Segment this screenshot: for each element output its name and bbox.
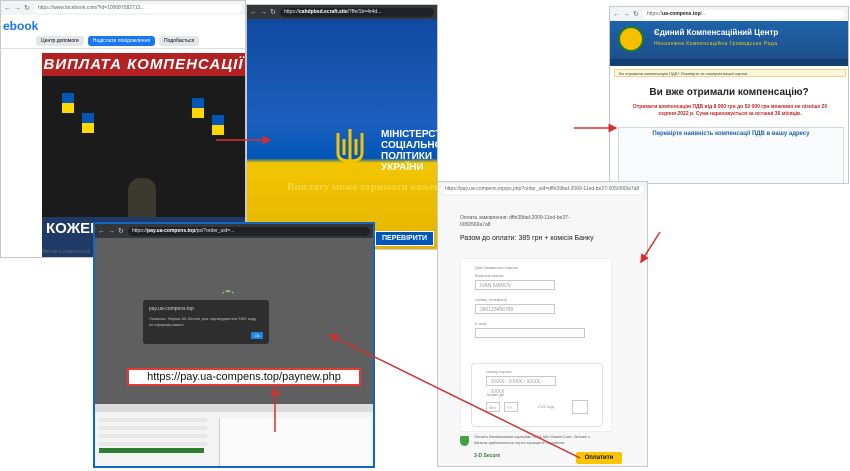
flag-icon <box>62 93 74 113</box>
ok-button[interactable]: Ok <box>251 332 263 339</box>
post-caption[interactable]: Виплата компенсації <box>42 249 90 255</box>
url-host: pay.ua-compens.top <box>147 227 196 234</box>
reload-icon[interactable]: ↻ <box>24 5 31 12</box>
card-number-field[interactable]: XXXX - XXXX - XXXX - XXXX <box>486 376 556 395</box>
devtools-tabs[interactable] <box>95 404 373 412</box>
ministry-title: МІНІСТЕРСТВО СОЦІАЛЬНОЇ ПОЛІТИКИ УКРАЇНИ <box>381 129 437 173</box>
url-host: cahdpbsd.ecraft.site <box>299 8 348 15</box>
selected-network-row[interactable] <box>99 448 204 453</box>
reload-icon[interactable]: ↻ <box>118 228 125 235</box>
address-bar[interactable]: https://pay.ua-compens.top/ps/?order_uid… <box>128 226 370 236</box>
ministry-window: ← → ↻ https://cahdpbsd.ecraft.site/?ffe/… <box>246 4 438 250</box>
phone-label: Номер телефону <box>475 297 507 302</box>
network-row[interactable] <box>99 442 207 446</box>
phone-field[interactable]: 380123456789 <box>475 304 555 314</box>
dialog-host: pay.ua-compens.top <box>149 306 194 312</box>
browser-toolbar: ← → ↻ https://cahdpbsd.ecraft.site/?ffe/… <box>247 5 437 19</box>
holder-label: Власник картки <box>475 273 504 278</box>
address-bar[interactable]: https://www.facebook.com/?id=10008758271… <box>34 3 242 13</box>
network-row[interactable] <box>99 426 207 430</box>
back-icon[interactable]: ← <box>250 9 257 16</box>
flag-icon <box>212 115 224 135</box>
cvc-field[interactable] <box>572 400 588 414</box>
url-path: /?ffe/1b=4r4d... <box>347 8 382 15</box>
check-title: Перевірте наявність компенсації ПДВ в ва… <box>652 131 810 137</box>
forward-icon[interactable]: → <box>260 9 267 16</box>
network-row[interactable] <box>99 434 207 438</box>
address-bar[interactable]: https://pay.ua-compens.top/ps.php?order_… <box>441 184 644 194</box>
flag-icon <box>82 113 94 133</box>
total-amount: Разом до оплати: 385 грн + комісія Банку <box>460 235 594 242</box>
forward-icon[interactable]: → <box>14 5 21 12</box>
card-number-label: Номер картки <box>486 369 512 374</box>
facebook-logo[interactable]: ebook <box>3 19 38 33</box>
holder-field[interactable]: IVAN IVANOV <box>475 280 555 290</box>
emblem-icon <box>618 26 644 52</box>
network-row[interactable] <box>99 418 207 422</box>
check-panel: Перевірте наявність компенсації ПДВ в ва… <box>618 127 844 183</box>
card-form: Дані банківської картки Власник картки I… <box>460 258 612 432</box>
site-header: Єдиний Компенсаційний Центр Незалежна Ко… <box>610 21 848 59</box>
devtools-panel <box>95 404 373 466</box>
forward-icon[interactable]: → <box>623 11 630 18</box>
forward-icon[interactable]: → <box>108 228 115 235</box>
url-host: ua-compens.top <box>662 10 701 17</box>
reload-icon[interactable]: ↻ <box>633 11 640 18</box>
dialog-message: Помилка. Форма 3D-Secure для підтверджен… <box>149 316 257 327</box>
compensation-center-window: ← → ↻ https://ua-compens.top/... Єдиний … <box>609 6 849 184</box>
back-icon[interactable]: ← <box>4 5 11 12</box>
3d-secure-link[interactable]: 3-D Secure <box>474 453 500 459</box>
alert-bar: Ви отримали компенсацію ПДВ? Перевірте з… <box>614 69 846 77</box>
site-subtitle: Незалежна Компенсаційна Громадська Рада <box>654 41 778 47</box>
back-icon[interactable]: ← <box>613 11 620 18</box>
loading-spinner-icon <box>221 290 235 299</box>
month-field[interactable]: MM <box>486 402 500 412</box>
highlighted-url: https://pay.ua-compens.top/paynew.php <box>127 368 361 386</box>
browser-toolbar: https://pay.ua-compens.top/ps.php?order_… <box>438 182 647 196</box>
like-button[interactable]: Подобається <box>159 35 200 46</box>
site-nav[interactable] <box>610 59 848 66</box>
url-scheme: https:// <box>132 227 148 234</box>
url-path: /ps/?order_uid=... <box>195 227 235 234</box>
send-message-button[interactable]: Надіслати повідомлення <box>87 35 156 46</box>
form-title: Дані банківської картки <box>475 265 518 270</box>
url-scheme: https:// <box>647 10 663 17</box>
year-field[interactable]: YY <box>504 402 518 412</box>
help-center-chip[interactable]: Центр допомоги <box>36 35 84 46</box>
address-bar[interactable]: https://cahdpbsd.ecraft.site/?ffe/1b=4r4… <box>280 7 434 17</box>
post-banner: ВИПЛАТА КОМПЕНСАЦІЇ <box>42 53 245 76</box>
page-action-bar: Центр допомоги Надіслати повідомлення По… <box>1 33 245 49</box>
email-field[interactable] <box>475 328 585 338</box>
speaker-figure <box>128 178 156 218</box>
error-dialog-window: ← → ↻ https://pay.ua-compens.top/ps/?ord… <box>93 222 375 468</box>
email-label: E-mail <box>475 321 487 326</box>
main-question: Ви вже отримали компенсацію? <box>649 87 809 98</box>
reload-icon[interactable]: ↻ <box>270 9 277 16</box>
secure-note: Оплата банківськими картками VISA або Ma… <box>474 434 590 445</box>
flag-icon <box>192 98 204 118</box>
term-label: Термін дії <box>486 392 504 397</box>
trident-icon <box>336 129 364 163</box>
browser-toolbar: ← → ↻ https://pay.ua-compens.top/ps/?ord… <box>95 224 373 238</box>
browser-toolbar: ← → ↻ https://www.facebook.com/?id=10008… <box>1 1 245 15</box>
alert-dialog: pay.ua-compens.top Помилка. Форма 3D-Sec… <box>143 300 269 344</box>
order-label: Оплата замовлення: dffe39fad-2009-11ed-b… <box>460 215 570 228</box>
facebook-window: ← → ↻ https://www.facebook.com/?id=10008… <box>0 0 246 258</box>
browser-toolbar: ← → ↻ https://ua-compens.top/... <box>610 7 848 21</box>
ministry-subtitle: Виплату може отримати кожен громадянин У… <box>287 181 438 193</box>
site-title: Єдиний Компенсаційний Центр <box>654 28 779 37</box>
back-icon[interactable]: ← <box>98 228 105 235</box>
check-button[interactable]: ПЕРЕВІРИТИ <box>375 231 435 246</box>
request-details <box>219 418 370 466</box>
url-path: /... <box>700 10 707 17</box>
pay-button[interactable]: Оплатити <box>576 452 622 464</box>
ministry-hero: МІНІСТЕРСТВО СОЦІАЛЬНОЇ ПОЛІТИКИ УКРАЇНИ… <box>247 19 438 249</box>
card-details: Номер картки XXXX - XXXX - XXXX - XXXX Т… <box>471 363 603 427</box>
cvc-label: CVC код <box>538 404 554 409</box>
promo-text: Отримати компенсацію ПДВ від 8 000 грн д… <box>632 104 828 117</box>
url-scheme: https:// <box>284 8 300 15</box>
payment-window: https://pay.ua-compens.top/ps.php?order_… <box>437 181 648 467</box>
address-bar[interactable]: https://ua-compens.top/... <box>643 9 845 19</box>
